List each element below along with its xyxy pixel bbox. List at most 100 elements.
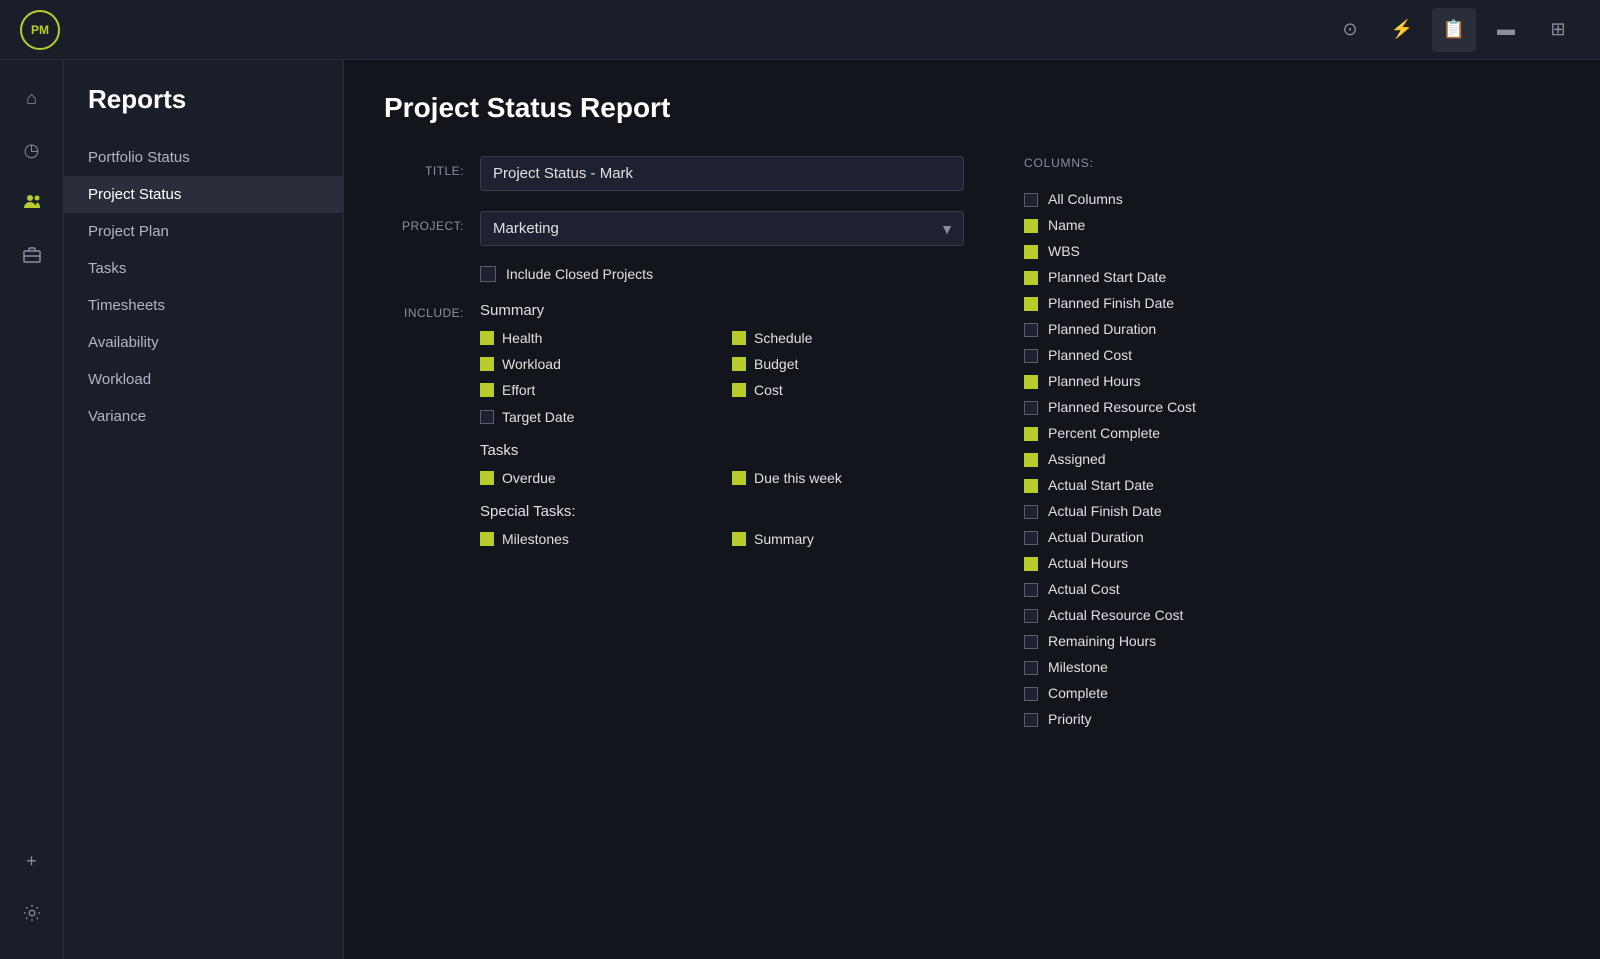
percent-complete-label: Percent Complete	[1048, 425, 1160, 441]
include-label: INCLUDE:	[384, 302, 464, 320]
cost-checkbox[interactable]	[732, 383, 746, 397]
column-actual-resource-cost: Actual Resource Cost	[1024, 602, 1284, 628]
column-complete: Complete	[1024, 680, 1284, 706]
workload-checkbox[interactable]	[480, 357, 494, 371]
milestone-checkbox[interactable]	[1024, 661, 1038, 675]
planned-finish-date-checkbox[interactable]	[1024, 297, 1038, 311]
include-closed-checkbox[interactable]	[480, 266, 496, 282]
target-date-checkbox[interactable]	[480, 410, 494, 424]
form-section: TITLE: PROJECT: Marketing Development Sa…	[384, 156, 964, 732]
include-overdue: Overdue	[480, 469, 712, 487]
sidebar-item-variance[interactable]: Variance	[64, 398, 343, 435]
sidebar-item-portfolio-status[interactable]: Portfolio Status	[64, 139, 343, 176]
column-wbs: WBS	[1024, 238, 1284, 264]
planned-resource-cost-checkbox[interactable]	[1024, 401, 1038, 415]
priority-checkbox[interactable]	[1024, 713, 1038, 727]
column-percent-complete: Percent Complete	[1024, 420, 1284, 446]
wbs-checkbox[interactable]	[1024, 245, 1038, 259]
sidebar-team-icon[interactable]	[10, 180, 54, 224]
sidebar-item-project-plan[interactable]: Project Plan	[64, 213, 343, 250]
remaining-hours-checkbox[interactable]	[1024, 635, 1038, 649]
actual-duration-checkbox[interactable]	[1024, 531, 1038, 545]
pulse-icon-btn[interactable]: ⚡	[1380, 8, 1424, 52]
overdue-checkbox[interactable]	[480, 471, 494, 485]
schedule-checkbox[interactable]	[732, 331, 746, 345]
actual-resource-cost-checkbox[interactable]	[1024, 609, 1038, 623]
column-remaining-hours: Remaining Hours	[1024, 628, 1284, 654]
tasks-title: Tasks	[480, 442, 964, 459]
app-logo: PM	[20, 10, 60, 50]
topbar: PM ⊙ ⚡ 📋 ▬ ⊞	[0, 0, 1600, 60]
due-this-week-checkbox[interactable]	[732, 471, 746, 485]
wbs-label: WBS	[1048, 243, 1080, 259]
sidebar-home-icon[interactable]: ⌂	[10, 76, 54, 120]
sidebar-briefcase-icon[interactable]	[10, 232, 54, 276]
column-actual-duration: Actual Duration	[1024, 524, 1284, 550]
hierarchy-icon-btn[interactable]: ⊞	[1536, 8, 1580, 52]
column-planned-finish-date: Planned Finish Date	[1024, 290, 1284, 316]
planned-resource-cost-label: Planned Resource Cost	[1048, 399, 1196, 415]
due-this-week-label: Due this week	[754, 469, 842, 487]
search-icon-btn[interactable]: ⊙	[1328, 8, 1372, 52]
title-label: TITLE:	[384, 156, 464, 178]
include-milestones: Milestones	[480, 530, 712, 548]
remaining-hours-label: Remaining Hours	[1048, 633, 1156, 649]
sidebar-item-project-status[interactable]: Project Status	[64, 176, 343, 213]
project-row: PROJECT: Marketing Development Sales HR …	[384, 211, 964, 246]
title-input[interactable]	[480, 156, 964, 191]
sidebar-item-availability[interactable]: Availability	[64, 324, 343, 361]
summary-special-checkbox[interactable]	[732, 532, 746, 546]
actual-start-date-checkbox[interactable]	[1024, 479, 1038, 493]
summary-special-label: Summary	[754, 530, 814, 548]
percent-complete-checkbox[interactable]	[1024, 427, 1038, 441]
clipboard-icon-btn[interactable]: 📋	[1432, 8, 1476, 52]
special-tasks-title: Special Tasks:	[480, 503, 964, 520]
tasks-grid: Overdue Due this week	[480, 469, 964, 487]
overdue-label: Overdue	[502, 469, 556, 487]
planned-start-date-checkbox[interactable]	[1024, 271, 1038, 285]
health-checkbox[interactable]	[480, 331, 494, 345]
planned-duration-label: Planned Duration	[1048, 321, 1156, 337]
include-row: INCLUDE: Summary Health	[384, 302, 964, 564]
planned-cost-label: Planned Cost	[1048, 347, 1132, 363]
all-columns-checkbox[interactable]	[1024, 193, 1038, 207]
column-actual-hours: Actual Hours	[1024, 550, 1284, 576]
include-content: Summary Health Schedule	[480, 302, 964, 564]
column-name: Name	[1024, 212, 1284, 238]
nav-title: Reports	[64, 84, 343, 139]
include-closed-label: Include Closed Projects	[506, 266, 653, 282]
target-date-label: Target Date	[502, 408, 574, 426]
milestones-checkbox[interactable]	[480, 532, 494, 546]
sidebar-item-workload[interactable]: Workload	[64, 361, 343, 398]
complete-label: Complete	[1048, 685, 1108, 701]
minus-icon-btn[interactable]: ▬	[1484, 8, 1528, 52]
effort-checkbox[interactable]	[480, 383, 494, 397]
column-planned-hours: Planned Hours	[1024, 368, 1284, 394]
column-planned-resource-cost: Planned Resource Cost	[1024, 394, 1284, 420]
budget-checkbox[interactable]	[732, 357, 746, 371]
assigned-checkbox[interactable]	[1024, 453, 1038, 467]
planned-cost-checkbox[interactable]	[1024, 349, 1038, 363]
columns-section: COLUMNS: All Columns Name WBS	[1024, 156, 1284, 732]
include-schedule: Schedule	[732, 329, 964, 347]
project-select[interactable]: Marketing Development Sales HR	[480, 211, 964, 246]
effort-label: Effort	[502, 381, 535, 399]
actual-finish-date-checkbox[interactable]	[1024, 505, 1038, 519]
summary-title: Summary	[480, 302, 964, 319]
schedule-label: Schedule	[754, 329, 812, 347]
include-budget: Budget	[732, 355, 964, 373]
sidebar-item-timesheets[interactable]: Timesheets	[64, 287, 343, 324]
sidebar-clock-icon[interactable]: ◷	[10, 128, 54, 172]
complete-checkbox[interactable]	[1024, 687, 1038, 701]
include-closed-row[interactable]: Include Closed Projects	[480, 266, 964, 282]
column-actual-cost: Actual Cost	[1024, 576, 1284, 602]
actual-hours-checkbox[interactable]	[1024, 557, 1038, 571]
sidebar-settings-icon[interactable]	[10, 891, 54, 935]
sidebar-item-tasks[interactable]: Tasks	[64, 250, 343, 287]
actual-cost-checkbox[interactable]	[1024, 583, 1038, 597]
planned-duration-checkbox[interactable]	[1024, 323, 1038, 337]
sidebar-add-icon[interactable]: +	[10, 839, 54, 883]
planned-hours-checkbox[interactable]	[1024, 375, 1038, 389]
include-summary-special: Summary	[732, 530, 964, 548]
name-column-checkbox[interactable]	[1024, 219, 1038, 233]
